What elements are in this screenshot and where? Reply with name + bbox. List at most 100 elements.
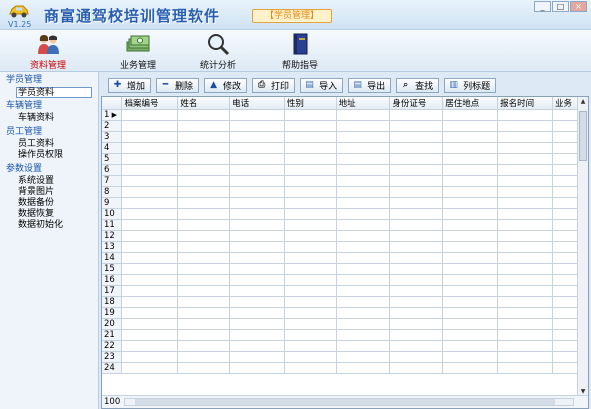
grid-cell[interactable]	[336, 175, 391, 187]
sidebar-item-staff-info[interactable]: 员工资料	[0, 139, 98, 150]
grid-cell[interactable]	[442, 109, 499, 121]
export-button[interactable]: ▤ 导出	[348, 78, 392, 93]
grid-cell[interactable]	[229, 340, 285, 352]
grid-cell[interactable]	[121, 274, 179, 286]
grid-cell[interactable]	[336, 109, 391, 121]
grid-cell[interactable]	[284, 109, 337, 121]
column-header[interactable]: 身份证号	[389, 97, 444, 110]
grid-cell[interactable]	[121, 131, 179, 143]
table-row[interactable]: 18	[102, 296, 588, 308]
grid-cell[interactable]	[389, 186, 444, 198]
grid-cell[interactable]	[177, 120, 231, 132]
grid-cell[interactable]	[229, 186, 285, 198]
grid-cell[interactable]	[497, 241, 553, 253]
grid-cell[interactable]	[497, 120, 553, 132]
table-row[interactable]: 20	[102, 318, 588, 330]
table-row[interactable]: 5	[102, 153, 588, 165]
sidebar-item-data-initialize[interactable]: 数据初始化	[0, 220, 98, 231]
column-header[interactable]: 档案编号	[121, 97, 179, 110]
grid-cell[interactable]	[389, 120, 444, 132]
grid-cell[interactable]	[284, 285, 337, 297]
sidebar-group-student[interactable]: 学员管理	[0, 74, 98, 87]
grid-cell[interactable]	[497, 329, 553, 341]
grid-cell[interactable]	[121, 219, 179, 231]
grid-cell[interactable]	[121, 252, 179, 264]
grid-cell[interactable]	[177, 142, 231, 154]
grid-cell[interactable]	[229, 109, 285, 121]
grid-cell[interactable]	[121, 175, 179, 187]
table-row[interactable]: 4	[102, 142, 588, 154]
column-header[interactable]: 居住地点	[442, 97, 499, 110]
grid-cell[interactable]	[442, 197, 499, 209]
horizontal-scrollbar[interactable]	[124, 398, 574, 406]
grid-cell[interactable]	[284, 230, 337, 242]
grid-cell[interactable]	[177, 131, 231, 143]
grid-cell[interactable]	[389, 142, 444, 154]
grid-cell[interactable]	[336, 340, 391, 352]
grid-cell[interactable]	[229, 351, 285, 363]
grid-cell[interactable]	[389, 153, 444, 165]
grid-cell[interactable]	[229, 153, 285, 165]
grid-cell[interactable]	[389, 351, 444, 363]
grid-cell[interactable]	[389, 362, 444, 374]
column-header[interactable]: 姓名	[177, 97, 231, 110]
grid-cell[interactable]	[177, 230, 231, 242]
nav-help[interactable]: 帮助指导	[270, 32, 330, 71]
grid-cell[interactable]	[442, 263, 499, 275]
grid-cell[interactable]	[497, 164, 553, 176]
find-button[interactable]: ⌕ 查找	[396, 78, 440, 93]
grid-cell[interactable]	[284, 318, 337, 330]
grid-cell[interactable]	[497, 362, 553, 374]
grid-cell[interactable]	[177, 340, 231, 352]
grid-cell[interactable]	[336, 351, 391, 363]
grid-cell[interactable]	[497, 186, 553, 198]
grid-cell[interactable]	[389, 175, 444, 187]
grid-cell[interactable]	[336, 219, 391, 231]
import-button[interactable]: ▤ 导入	[300, 78, 344, 93]
student-data-grid[interactable]: 档案编号 姓名 电话 性别 地址 身份证号 居住地点 报名时间 业务 1 ▶ 2 3…	[101, 96, 589, 409]
table-row[interactable]: 14	[102, 252, 588, 264]
grid-cell[interactable]	[284, 153, 337, 165]
grid-cell[interactable]	[284, 362, 337, 374]
grid-cell[interactable]	[177, 351, 231, 363]
grid-cell[interactable]	[284, 175, 337, 187]
table-row[interactable]: 9	[102, 197, 588, 209]
grid-cell[interactable]	[121, 153, 179, 165]
grid-cell[interactable]	[229, 131, 285, 143]
grid-cell[interactable]	[177, 153, 231, 165]
grid-cell[interactable]	[284, 241, 337, 253]
grid-cell[interactable]	[121, 340, 179, 352]
grid-cell[interactable]	[389, 241, 444, 253]
grid-cell[interactable]	[389, 219, 444, 231]
table-row[interactable]: 22	[102, 340, 588, 352]
grid-cell[interactable]	[336, 285, 391, 297]
grid-cell[interactable]	[497, 340, 553, 352]
grid-cell[interactable]	[177, 362, 231, 374]
grid-cell[interactable]	[389, 208, 444, 220]
grid-cell[interactable]	[389, 131, 444, 143]
scrollbar-thumb[interactable]	[135, 399, 555, 405]
grid-cell[interactable]	[284, 197, 337, 209]
grid-cell[interactable]	[121, 285, 179, 297]
grid-cell[interactable]	[442, 274, 499, 286]
grid-cell[interactable]	[497, 318, 553, 330]
grid-cell[interactable]	[442, 230, 499, 242]
column-header[interactable]: 报名时间	[497, 97, 553, 110]
grid-cell[interactable]	[177, 274, 231, 286]
grid-cell[interactable]	[121, 208, 179, 220]
grid-cell[interactable]	[177, 307, 231, 319]
grid-cell[interactable]	[497, 175, 553, 187]
sidebar-item-data-restore[interactable]: 数据恢复	[0, 209, 98, 220]
grid-cell[interactable]	[442, 186, 499, 198]
grid-cell[interactable]	[442, 153, 499, 165]
grid-cell[interactable]	[442, 164, 499, 176]
grid-cell[interactable]	[229, 164, 285, 176]
grid-cell[interactable]	[229, 230, 285, 242]
grid-cell[interactable]	[336, 131, 391, 143]
grid-cell[interactable]	[336, 362, 391, 374]
grid-cell[interactable]	[229, 120, 285, 132]
grid-cell[interactable]	[442, 142, 499, 154]
grid-cell[interactable]	[497, 219, 553, 231]
grid-cell[interactable]	[121, 109, 179, 121]
table-row[interactable]: 15	[102, 263, 588, 275]
